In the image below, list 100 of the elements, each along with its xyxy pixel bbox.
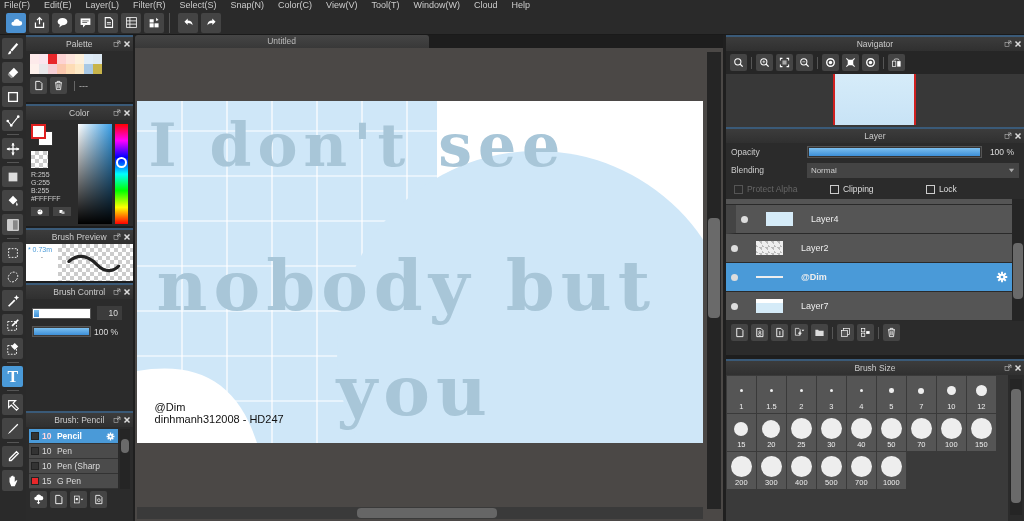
list-button[interactable] <box>121 12 141 33</box>
page-one-button[interactable] <box>770 324 788 341</box>
saturation-value-picker[interactable] <box>77 124 112 224</box>
menu-item[interactable]: Window(W) <box>413 0 460 11</box>
scrollbar[interactable] <box>706 52 721 509</box>
scrollbar[interactable] <box>1012 199 1024 321</box>
slider-track[interactable] <box>31 307 91 319</box>
dotted-lasso-button[interactable] <box>2 266 24 287</box>
scrollbar[interactable] <box>136 507 703 519</box>
duplicate-button[interactable] <box>836 324 854 341</box>
color-swatch[interactable] <box>29 54 39 64</box>
close-icon[interactable] <box>1014 40 1022 48</box>
layer-row[interactable]: Layer2 <box>725 234 1012 263</box>
scroll-thumb[interactable] <box>120 439 129 453</box>
close-icon[interactable] <box>122 40 131 48</box>
brush-button[interactable] <box>2 38 24 59</box>
eraser-button[interactable] <box>2 62 24 83</box>
color-swatch[interactable] <box>74 64 84 74</box>
close-icon[interactable] <box>1014 364 1022 372</box>
color-swatch[interactable] <box>65 54 75 64</box>
selection-eraser-button[interactable] <box>2 338 24 359</box>
message-button[interactable] <box>75 12 95 33</box>
scroll-thumb[interactable] <box>1011 389 1021 503</box>
visibility-dot[interactable] <box>730 273 738 281</box>
layer-row[interactable]: Layer7 <box>725 292 1012 321</box>
square-button[interactable] <box>2 86 24 107</box>
menu-item[interactable]: View(V) <box>326 0 358 11</box>
fit-screen-button[interactable] <box>841 54 859 71</box>
undock-icon[interactable] <box>112 233 121 241</box>
magnifier-button[interactable] <box>729 54 747 71</box>
eyedropper-button[interactable] <box>2 446 24 467</box>
blank-page-button[interactable] <box>730 324 748 341</box>
color-swatch[interactable] <box>56 64 66 74</box>
add-page-dropdown-button[interactable] <box>790 324 808 341</box>
menu-item[interactable]: Color(C) <box>278 0 313 11</box>
paint-bucket-button[interactable] <box>2 190 24 211</box>
scroll-thumb[interactable] <box>707 218 720 318</box>
menu-item[interactable]: Layer(L) <box>85 0 120 11</box>
undock-icon[interactable] <box>112 288 121 296</box>
menu-item[interactable]: Tool(T) <box>371 0 400 11</box>
cloud-download-button[interactable] <box>29 491 47 508</box>
palette-button[interactable] <box>30 207 49 216</box>
pen-button[interactable] <box>2 418 24 439</box>
trash-button[interactable] <box>882 324 900 341</box>
move-arrows-button[interactable] <box>2 138 24 159</box>
undock-icon[interactable] <box>1004 40 1012 48</box>
menu-item[interactable]: Help <box>511 0 530 11</box>
swap-button[interactable] <box>52 207 71 216</box>
blending-dropdown[interactable]: Normal <box>806 162 1019 178</box>
brush-item[interactable]: 15 G Pen <box>28 474 118 489</box>
color-swatch[interactable] <box>83 54 93 64</box>
transparent-swatch[interactable] <box>30 151 48 168</box>
page-dropdown-button[interactable] <box>69 491 87 508</box>
undo-arrow-button[interactable] <box>178 12 198 33</box>
cloud-button[interactable] <box>6 12 26 33</box>
pointer-button[interactable] <box>2 394 24 415</box>
trash-button[interactable] <box>49 77 67 94</box>
brush-item[interactable]: 10 Pen (Sharp <box>28 459 118 474</box>
color-swatch[interactable] <box>92 64 102 74</box>
page-settings-button[interactable] <box>89 491 107 508</box>
scrollbar[interactable] <box>1010 379 1022 515</box>
menu-item[interactable]: Edit(E) <box>44 0 72 11</box>
redo-arrow-button[interactable] <box>201 12 221 33</box>
folder-button[interactable] <box>810 324 828 341</box>
zoom-in-button[interactable] <box>755 54 773 71</box>
close-icon[interactable] <box>122 109 131 117</box>
visibility-dot[interactable] <box>730 302 738 310</box>
blank-page-button[interactable] <box>49 491 67 508</box>
visibility-dot[interactable] <box>740 215 748 223</box>
color-swatch[interactable] <box>47 64 57 74</box>
menu-item[interactable]: Snap(N) <box>230 0 265 11</box>
color-swatch[interactable] <box>56 54 66 64</box>
scroll-thumb[interactable] <box>356 508 497 518</box>
document-tab[interactable]: Untitled <box>134 35 429 48</box>
undock-icon[interactable] <box>1004 364 1012 372</box>
color-swatch[interactable] <box>47 54 57 64</box>
menu-item[interactable]: Filter(R) <box>133 0 166 11</box>
visibility-dot[interactable] <box>730 244 738 252</box>
brush-item[interactable]: 10 Pen <box>28 444 118 459</box>
close-icon[interactable] <box>122 233 131 241</box>
menu-item[interactable]: Cloud <box>473 0 498 11</box>
document-button[interactable] <box>98 12 118 33</box>
scrollbar[interactable] <box>119 429 130 489</box>
hue-slider[interactable] <box>114 124 128 224</box>
color-swatch[interactable] <box>65 64 75 74</box>
undock-icon[interactable] <box>1004 132 1012 140</box>
dotted-square-button[interactable] <box>2 242 24 263</box>
scroll-thumb[interactable] <box>1013 243 1023 299</box>
menu-item[interactable]: Select(S) <box>179 0 217 11</box>
filled-square-button[interactable] <box>2 166 24 187</box>
merge-layers-button[interactable] <box>856 324 874 341</box>
close-icon[interactable] <box>122 288 131 296</box>
color-swatch[interactable] <box>74 54 84 64</box>
zoom-out-button[interactable] <box>795 54 813 71</box>
speech-bubble-button[interactable] <box>52 12 72 33</box>
gradient-square-button[interactable] <box>2 214 24 235</box>
frame-corners-button[interactable] <box>775 54 793 71</box>
menu-item[interactable]: File(F) <box>4 0 30 11</box>
magic-wand-button[interactable] <box>2 290 24 311</box>
close-icon[interactable] <box>122 416 131 424</box>
